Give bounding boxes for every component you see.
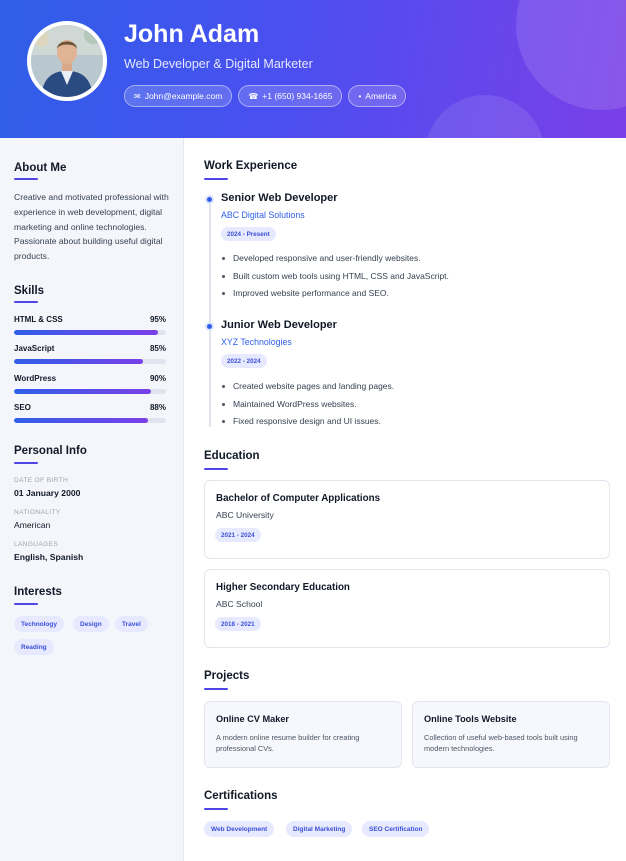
- job-dates: 2022 - 2024: [221, 354, 267, 368]
- projects-title: Projects: [204, 670, 250, 682]
- project-card: Online CV Maker A modern online resume b…: [204, 701, 402, 768]
- phone-text: +1 (650) 934-1665: [262, 91, 333, 101]
- job-bullet: Created website pages and landing pages.: [221, 381, 601, 399]
- decorative-circle: [425, 95, 545, 138]
- contact-chips: ✉ John@example.com ☎ +1 (650) 934-1665 •…: [124, 85, 407, 107]
- personal-title: Personal Info: [14, 445, 87, 457]
- dob-value: 01 January 2000: [14, 488, 81, 498]
- education-dates: 2018 - 2021: [215, 617, 261, 631]
- section-underline: [14, 462, 38, 464]
- skill-bar-fill: [14, 330, 159, 335]
- timeline-dot: [205, 195, 214, 204]
- nationality-value: American: [14, 520, 51, 530]
- certification-tag: Digital Marketing: [286, 821, 353, 837]
- resume-header: John Adam Web Developer & Digital Market…: [0, 0, 626, 138]
- education-school: ABC School: [216, 599, 263, 609]
- timeline-dot: [205, 322, 214, 331]
- certification-tag: Web Development: [204, 821, 275, 837]
- email-text: John@example.com: [144, 91, 223, 101]
- education-school: ABC University: [216, 510, 274, 520]
- education-degree: Bachelor of Computer Applications: [216, 493, 381, 504]
- job-bullet: Fixed responsive design and UI issues.: [221, 416, 601, 434]
- certification-tag: SEO Certification: [362, 821, 430, 837]
- skill-bar: [14, 330, 166, 335]
- section-underline: [14, 603, 38, 605]
- job-title: Senior Web Developer: [221, 192, 338, 204]
- section-underline: [204, 688, 228, 690]
- project-card: Online Tools Website Collection of usefu…: [412, 701, 610, 768]
- job-bullets: Created website pages and landing pages.…: [221, 381, 601, 434]
- profile-photo: [31, 25, 103, 97]
- skill-percent: 88%: [149, 403, 166, 412]
- skill-bar-fill: [14, 359, 144, 364]
- skill-bar-fill: [14, 418, 148, 423]
- section-underline: [14, 178, 38, 180]
- section-underline: [204, 808, 228, 810]
- interest-tag: Design: [73, 616, 109, 632]
- interest-tag: Travel: [115, 616, 148, 632]
- skill-percent: 95%: [149, 315, 166, 324]
- candidate-role: Web Developer & Digital Marketer: [124, 57, 313, 71]
- phone-chip[interactable]: ☎ +1 (650) 934-1665: [238, 85, 343, 107]
- job-dates: 2024 - Present: [221, 227, 276, 241]
- skill-item: JavaScript 85%: [14, 344, 166, 364]
- skill-item: HTML & CSS 95%: [14, 315, 166, 335]
- section-underline: [204, 468, 228, 470]
- skill-bar: [14, 418, 166, 423]
- section-underline: [14, 301, 38, 303]
- skill-percent: 85%: [149, 344, 166, 353]
- education-dates: 2021 - 2024: [215, 528, 261, 542]
- education-card: Higher Secondary Education ABC School 20…: [204, 569, 610, 648]
- skill-name: SEO: [14, 403, 31, 412]
- skill-bar: [14, 359, 166, 364]
- about-text: Creative and motivated professional with…: [14, 192, 169, 262]
- section-underline: [204, 178, 228, 180]
- candidate-name: John Adam: [124, 20, 260, 48]
- education-title: Education: [204, 450, 260, 462]
- project-name: Online Tools Website: [424, 714, 517, 724]
- location-chip[interactable]: • America: [348, 85, 407, 107]
- job-company: XYZ Technologies: [221, 337, 292, 347]
- skill-name: JavaScript: [14, 344, 55, 353]
- languages-value: English, Spanish: [14, 552, 84, 562]
- skills-title: Skills: [14, 285, 45, 297]
- pin-icon: •: [358, 91, 362, 101]
- avatar: [27, 21, 107, 101]
- project-desc: Collection of useful web-based tools bui…: [424, 733, 578, 753]
- job-company: ABC Digital Solutions: [221, 210, 305, 220]
- skill-item: WordPress 90%: [14, 374, 166, 394]
- skill-percent: 90%: [149, 374, 166, 383]
- about-title: About Me: [14, 162, 67, 174]
- job-bullet: Maintained WordPress websites.: [221, 399, 601, 417]
- dob-label: DATE OF BIRTH: [14, 477, 69, 484]
- phone-icon: ☎: [248, 91, 259, 101]
- skill-item: SEO 88%: [14, 403, 166, 423]
- location-text: America: [365, 91, 397, 101]
- timeline-line: [209, 199, 211, 427]
- interest-tag: Reading: [14, 639, 54, 655]
- sidebar: About Me Creative and motivated professi…: [0, 138, 184, 861]
- job-bullet: Built custom web tools using HTML, CSS a…: [221, 271, 601, 289]
- nationality-label: NATIONALITY: [14, 509, 61, 516]
- job-bullet: Developed responsive and user-friendly w…: [221, 253, 601, 271]
- interests-title: Interests: [14, 586, 62, 598]
- education-degree: Higher Secondary Education: [216, 582, 350, 593]
- mail-icon: ✉: [134, 91, 141, 101]
- job-bullet: Improved website performance and SEO.: [221, 288, 601, 306]
- job-bullets: Developed responsive and user-friendly w…: [221, 253, 601, 306]
- education-card: Bachelor of Computer Applications ABC Un…: [204, 480, 610, 559]
- interest-tag: Technology: [14, 616, 64, 632]
- decorative-circle: [516, 0, 626, 110]
- job-title: Junior Web Developer: [221, 319, 337, 331]
- skill-bar-fill: [14, 389, 151, 394]
- email-chip[interactable]: ✉ John@example.com: [124, 85, 233, 107]
- certifications-title: Certifications: [204, 790, 278, 802]
- work-title: Work Experience: [204, 160, 298, 172]
- languages-label: LANGUAGES: [14, 541, 59, 548]
- project-name: Online CV Maker: [216, 714, 290, 724]
- skill-name: WordPress: [14, 374, 57, 383]
- skill-bar: [14, 389, 166, 394]
- skill-name: HTML & CSS: [14, 315, 63, 324]
- project-desc: A modern online resume builder for creat…: [216, 733, 360, 753]
